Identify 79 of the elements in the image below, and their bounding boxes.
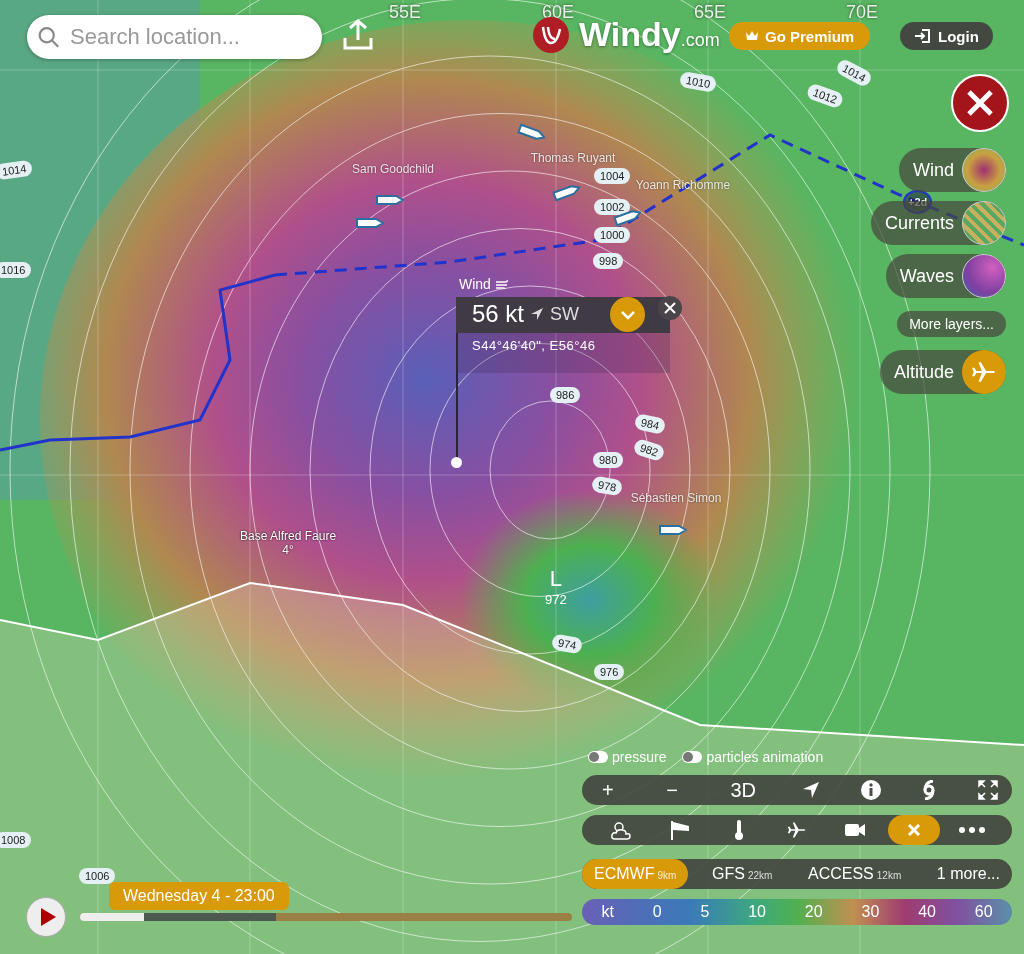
toolbar-button[interactable]: 3D bbox=[724, 778, 762, 802]
close-icon bbox=[664, 302, 676, 314]
model-tab[interactable]: GFS 22km bbox=[700, 859, 785, 889]
windsock-icon bbox=[669, 819, 692, 841]
coordinates: S44°46'40", E56°46 bbox=[472, 338, 597, 353]
direction-arrow-icon bbox=[530, 307, 545, 321]
play-icon bbox=[39, 907, 57, 927]
scale-value: 40 bbox=[918, 903, 936, 921]
share-icon[interactable] bbox=[341, 18, 375, 52]
boat-icon[interactable] bbox=[376, 194, 404, 206]
isobar-label: 1016 bbox=[0, 262, 32, 278]
low-pressure-label: L bbox=[549, 566, 562, 592]
isobar-label: 1004 bbox=[594, 168, 631, 184]
picker-dot[interactable] bbox=[451, 457, 462, 468]
scale-value: 20 bbox=[804, 903, 823, 921]
toolbar-button[interactable]: + bbox=[596, 778, 620, 802]
longitude-label: 70E bbox=[846, 2, 879, 23]
isobar-label: 976 bbox=[594, 664, 625, 680]
fullscreen-icon[interactable] bbox=[977, 780, 998, 800]
time-tooltip: Wednesday 4 - 23:00 bbox=[108, 882, 289, 910]
scale-value: 0 bbox=[652, 903, 662, 921]
boat-icon[interactable] bbox=[356, 217, 384, 229]
airplane-icon bbox=[787, 820, 807, 840]
search-icon bbox=[37, 24, 60, 50]
wind-icon bbox=[495, 279, 508, 289]
switch-icon bbox=[682, 751, 703, 763]
isobar-label: 998 bbox=[593, 253, 624, 269]
switch-icon bbox=[588, 751, 608, 763]
login-button[interactable]: Login bbox=[900, 22, 993, 50]
unit-label: kt bbox=[601, 903, 614, 921]
logo-icon bbox=[533, 16, 569, 53]
sun-cloud-icon bbox=[610, 819, 634, 841]
place-name: Base Alfred Faure bbox=[240, 529, 337, 543]
currents-thumbnail bbox=[962, 201, 1006, 245]
video-camera-icon bbox=[844, 822, 867, 838]
waves-thumbnail bbox=[962, 254, 1006, 298]
layer-button[interactable]: Waves bbox=[885, 254, 1006, 298]
longitude-label: 60E bbox=[542, 2, 575, 23]
boat-icon[interactable] bbox=[659, 524, 687, 536]
chevron-down-icon bbox=[619, 309, 636, 320]
wind-speed: 56 kt bbox=[472, 300, 525, 328]
thermometer-icon bbox=[733, 819, 744, 841]
longitude-label: 55E bbox=[389, 2, 422, 23]
scale-value: 5 bbox=[700, 903, 710, 921]
layer-label: Wind bbox=[459, 276, 491, 292]
airplane-icon bbox=[971, 359, 997, 385]
isobar-label: 1002 bbox=[594, 199, 631, 215]
scale-value: 60 bbox=[974, 903, 993, 921]
crown-icon bbox=[745, 30, 759, 42]
location-arrow-icon[interactable] bbox=[802, 781, 821, 799]
boat-name: Sam Goodchild bbox=[350, 162, 435, 176]
scale-value: 10 bbox=[748, 903, 766, 921]
layer-button[interactable]: Wind bbox=[899, 148, 1006, 192]
boat-name: Thomas Ruyant bbox=[529, 151, 617, 165]
close-icon bbox=[966, 89, 994, 117]
toolbar-button[interactable]: − bbox=[660, 778, 684, 802]
isobar-label: 1006 bbox=[79, 868, 116, 884]
wind-direction: SW bbox=[550, 303, 580, 325]
boat-name: Sébastien Simon bbox=[629, 491, 723, 505]
login-icon bbox=[914, 29, 930, 43]
more-layers-button[interactable]: More layers... bbox=[897, 311, 1006, 337]
scale-value: 30 bbox=[861, 903, 880, 921]
model-tab[interactable]: 1 more... bbox=[924, 859, 1012, 889]
boat-name: Yoann Richomme bbox=[634, 178, 732, 192]
wind-thumbnail bbox=[962, 148, 1006, 192]
altitude-button[interactable]: Altitude bbox=[879, 350, 1006, 394]
info-icon[interactable] bbox=[860, 780, 881, 800]
isobar-label: 986 bbox=[550, 387, 581, 403]
more-icon bbox=[958, 827, 985, 833]
isobar-label: 980 bbox=[593, 452, 624, 468]
close-overlay-button[interactable] bbox=[887, 815, 940, 845]
pressure-value: 972 bbox=[545, 592, 567, 607]
temperature-label: 4° bbox=[282, 543, 294, 557]
model-tab[interactable]: ACCESS 12km bbox=[795, 859, 914, 889]
search-input[interactable]: Search location... bbox=[68, 23, 312, 51]
close-icon bbox=[906, 823, 921, 837]
isobar-label: 1008 bbox=[0, 832, 32, 848]
isobar-label: 1000 bbox=[594, 227, 631, 243]
search-field[interactable]: Search location... bbox=[27, 15, 322, 59]
